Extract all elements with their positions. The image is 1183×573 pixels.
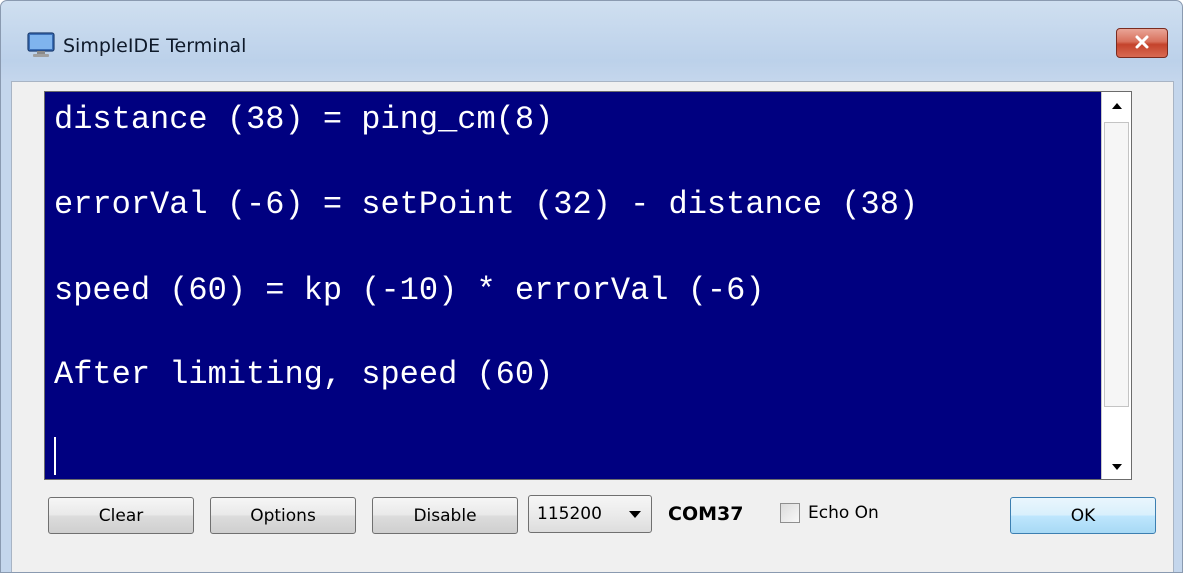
ok-button[interactable]: OK <box>1010 497 1156 534</box>
terminal-output[interactable]: distance (38) = ping_cm(8) errorVal (-6)… <box>44 91 1132 480</box>
title-bar[interactable]: SimpleIDE Terminal <box>1 1 1182 81</box>
vertical-scrollbar[interactable] <box>1101 92 1131 479</box>
scroll-up-button[interactable] <box>1102 92 1131 118</box>
baud-rate-select[interactable]: 115200 <box>528 495 652 533</box>
com-port-label: COM37 <box>668 503 744 525</box>
scroll-thumb[interactable] <box>1104 122 1129 407</box>
terminal-window: SimpleIDE Terminal distance (38) = ping_… <box>0 0 1183 573</box>
disable-button[interactable]: Disable <box>372 497 518 534</box>
close-button[interactable] <box>1116 28 1168 58</box>
scroll-down-button[interactable] <box>1102 453 1131 479</box>
arrow-down-icon <box>1110 457 1124 476</box>
terminal-line: After limiting, speed (60) <box>54 356 554 393</box>
text-cursor <box>54 437 56 475</box>
echo-label[interactable]: Echo On <box>808 502 879 524</box>
window-title: SimpleIDE Terminal <box>63 35 247 57</box>
echo-checkbox[interactable] <box>780 503 800 523</box>
monitor-icon <box>27 32 55 58</box>
arrow-up-icon <box>1110 96 1124 115</box>
options-button[interactable]: Options <box>210 497 356 534</box>
clear-button[interactable]: Clear <box>48 497 194 534</box>
chevron-down-icon <box>629 511 641 518</box>
terminal-line: errorVal (-6) = setPoint (32) - distance… <box>54 186 919 223</box>
terminal-line: distance (38) = ping_cm(8) <box>54 101 554 138</box>
client-area: distance (38) = ping_cm(8) errorVal (-6)… <box>11 81 1174 572</box>
baud-rate-value: 115200 <box>537 504 602 524</box>
close-icon <box>1134 34 1150 53</box>
terminal-line: speed (60) = kp (-10) * errorVal (-6) <box>54 272 765 309</box>
